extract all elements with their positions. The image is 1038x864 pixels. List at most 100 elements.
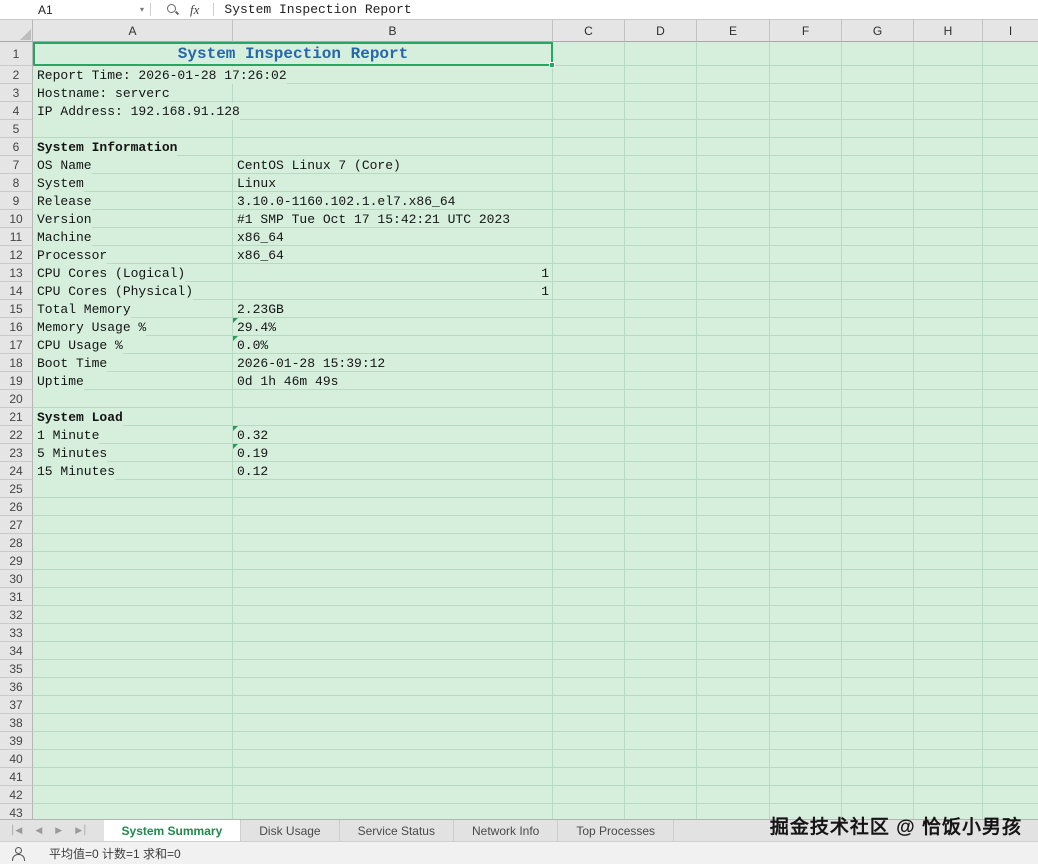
cell-A3[interactable]: Hostname: serverc: [33, 84, 233, 102]
cell-B40[interactable]: [233, 750, 553, 768]
row-header-26[interactable]: 26: [0, 498, 33, 516]
row-header-12[interactable]: 12: [0, 246, 33, 264]
row-header-42[interactable]: 42: [0, 786, 33, 804]
row-header-19[interactable]: 19: [0, 372, 33, 390]
row-header-40[interactable]: 40: [0, 750, 33, 768]
row-header-21[interactable]: 21: [0, 408, 33, 426]
row-header-27[interactable]: 27: [0, 516, 33, 534]
row-header-25[interactable]: 25: [0, 480, 33, 498]
select-all-corner[interactable]: [0, 20, 33, 42]
cell-B30[interactable]: [233, 570, 553, 588]
cell-A40[interactable]: [33, 750, 233, 768]
cell-A8[interactable]: System: [33, 174, 233, 192]
cell-A20[interactable]: [33, 390, 233, 408]
column-header-D[interactable]: D: [625, 20, 697, 42]
cell-A4[interactable]: IP Address: 192.168.91.128: [33, 102, 240, 120]
column-header-B[interactable]: B: [233, 20, 553, 42]
row-header-6[interactable]: 6: [0, 138, 33, 156]
row-header-38[interactable]: 38: [0, 714, 33, 732]
cell-B36[interactable]: [233, 678, 553, 696]
row-header-17[interactable]: 17: [0, 336, 33, 354]
row-header-34[interactable]: 34: [0, 642, 33, 660]
cell-B34[interactable]: [233, 642, 553, 660]
cell-A24[interactable]: 15 Minutes: [33, 462, 233, 480]
sheet-tab-top-processes[interactable]: Top Processes: [558, 820, 675, 841]
row-header-36[interactable]: 36: [0, 678, 33, 696]
cell-A11[interactable]: Machine: [33, 228, 233, 246]
row-header-23[interactable]: 23: [0, 444, 33, 462]
cell-B6[interactable]: [233, 138, 553, 156]
sheet-tab-network-info[interactable]: Network Info: [454, 820, 559, 841]
row-header-10[interactable]: 10: [0, 210, 33, 228]
cell-B17[interactable]: 0.0%: [233, 336, 553, 354]
cell-B9[interactable]: 3.10.0-1160.102.1.el7.x86_64: [233, 192, 553, 210]
cell-B33[interactable]: [233, 624, 553, 642]
row-header-24[interactable]: 24: [0, 462, 33, 480]
cell-A42[interactable]: [33, 786, 233, 804]
cell-A17[interactable]: CPU Usage %: [33, 336, 233, 354]
row-header-39[interactable]: 39: [0, 732, 33, 750]
cell-A38[interactable]: [33, 714, 233, 732]
row-header-30[interactable]: 30: [0, 570, 33, 588]
cell-B4[interactable]: [233, 102, 553, 120]
cell-A30[interactable]: [33, 570, 233, 588]
fx-icon[interactable]: fx: [190, 2, 199, 18]
row-header-22[interactable]: 22: [0, 426, 33, 444]
cell-B29[interactable]: [233, 552, 553, 570]
cell-B13[interactable]: 1: [233, 264, 553, 282]
title-cell-a1[interactable]: System Inspection Report: [33, 42, 555, 68]
row-header-31[interactable]: 31: [0, 588, 33, 606]
cell-A21[interactable]: System Load: [33, 408, 233, 426]
cell-A34[interactable]: [33, 642, 233, 660]
cell-A32[interactable]: [33, 606, 233, 624]
row-header-35[interactable]: 35: [0, 660, 33, 678]
cell-B16[interactable]: 29.4%: [233, 318, 553, 336]
cell-B11[interactable]: x86_64: [233, 228, 553, 246]
column-header-H[interactable]: H: [914, 20, 983, 42]
cell-A27[interactable]: [33, 516, 233, 534]
fill-handle[interactable]: [549, 62, 555, 68]
row-header-33[interactable]: 33: [0, 624, 33, 642]
cell-A43[interactable]: [33, 804, 233, 819]
column-header-E[interactable]: E: [697, 20, 770, 42]
sheet-tab-service-status[interactable]: Service Status: [340, 820, 454, 841]
sheet-tab-system-summary[interactable]: System Summary: [103, 820, 242, 841]
cell-A9[interactable]: Release: [33, 192, 233, 210]
cell-A23[interactable]: 5 Minutes: [33, 444, 233, 462]
cell-B22[interactable]: 0.32: [233, 426, 553, 444]
cell-B21[interactable]: [233, 408, 553, 426]
cell-B25[interactable]: [233, 480, 553, 498]
cell-A15[interactable]: Total Memory: [33, 300, 233, 318]
cell-B37[interactable]: [233, 696, 553, 714]
cell-A37[interactable]: [33, 696, 233, 714]
cell-A33[interactable]: [33, 624, 233, 642]
row-header-1[interactable]: 1: [0, 42, 33, 66]
cell-A29[interactable]: [33, 552, 233, 570]
name-box[interactable]: A1 ▾: [0, 0, 150, 19]
column-header-G[interactable]: G: [842, 20, 914, 42]
row-header-14[interactable]: 14: [0, 282, 33, 300]
row-header-15[interactable]: 15: [0, 300, 33, 318]
cell-B42[interactable]: [233, 786, 553, 804]
column-header-C[interactable]: C: [553, 20, 625, 42]
cell-A28[interactable]: [33, 534, 233, 552]
row-header-2[interactable]: 2: [0, 66, 33, 84]
formula-input[interactable]: System Inspection Report: [224, 2, 411, 17]
cell-B26[interactable]: [233, 498, 553, 516]
cell-B12[interactable]: x86_64: [233, 246, 553, 264]
cell-B23[interactable]: 0.19: [233, 444, 553, 462]
cell-A25[interactable]: [33, 480, 233, 498]
column-header-I[interactable]: I: [983, 20, 1038, 42]
prev-sheet-icon[interactable]: ◀: [35, 826, 42, 836]
cell-A6[interactable]: System Information: [33, 138, 233, 156]
cell-B18[interactable]: 2026-01-28 15:39:12: [233, 354, 553, 372]
cell-A12[interactable]: Processor: [33, 246, 233, 264]
cell-A13[interactable]: CPU Cores (Logical): [33, 264, 233, 282]
cell-B8[interactable]: Linux: [233, 174, 553, 192]
row-header-7[interactable]: 7: [0, 156, 33, 174]
column-header-A[interactable]: A: [33, 20, 233, 42]
row-header-8[interactable]: 8: [0, 174, 33, 192]
cell-B32[interactable]: [233, 606, 553, 624]
sheet-tab-disk-usage[interactable]: Disk Usage: [241, 820, 340, 841]
row-header-41[interactable]: 41: [0, 768, 33, 786]
